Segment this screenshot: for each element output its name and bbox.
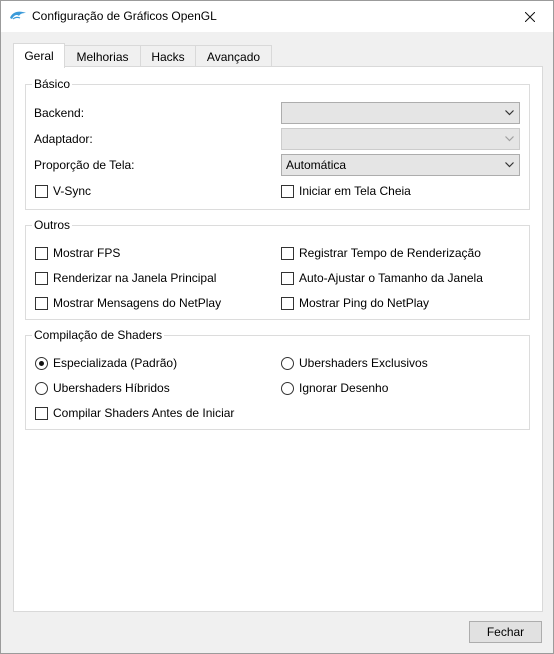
tab-geral[interactable]: Geral [13, 43, 65, 68]
group-outros: Outros Mostrar FPS Registrar Tempo de Re… [25, 218, 530, 320]
netplay-ping-label: Mostrar Ping do NetPlay [299, 296, 430, 310]
vsync-label: V-Sync [53, 184, 92, 198]
backend-select[interactable] [281, 102, 520, 124]
show-fps-label: Mostrar FPS [53, 246, 121, 260]
checkbox-box[interactable] [35, 271, 48, 285]
checkbox-box[interactable] [281, 296, 294, 310]
tab-melhorias[interactable]: Melhorias [64, 45, 141, 67]
tab-avancado[interactable]: Avançado [195, 45, 272, 67]
radio-button[interactable] [35, 381, 48, 395]
checkbox-box[interactable] [35, 406, 48, 420]
group-basico: Básico Backend: Adaptador: Proporção de … [25, 77, 530, 210]
proporcao-label: Proporção de Tela: [34, 158, 135, 172]
tab-label: Melhorias [76, 49, 129, 64]
checkbox-box[interactable] [281, 271, 294, 285]
netplay-messages-checkbox[interactable]: Mostrar Mensagens do NetPlay [35, 296, 221, 310]
log-render-time-checkbox[interactable]: Registrar Tempo de Renderização [281, 246, 481, 260]
checkbox-box[interactable] [281, 246, 294, 260]
proporcao-value: Automática [286, 158, 347, 172]
render-main-window-checkbox[interactable]: Renderizar na Janela Principal [35, 271, 216, 285]
tab-label: Hacks [151, 49, 185, 64]
radio-especializada-label: Especializada (Padrão) [53, 356, 178, 370]
close-window-button[interactable] [507, 1, 553, 32]
netplay-ping-checkbox[interactable]: Mostrar Ping do NetPlay [281, 296, 429, 310]
group-title-basico: Básico [32, 77, 73, 91]
render-main-window-label: Renderizar na Janela Principal [53, 271, 217, 285]
dolphin-icon [10, 11, 26, 20]
checkbox-box[interactable] [281, 184, 294, 198]
compile-before-start-checkbox[interactable]: Compilar Shaders Antes de Iniciar [35, 406, 234, 420]
checkbox-box[interactable] [35, 246, 48, 260]
backend-label: Backend: [34, 106, 85, 120]
title-bar[interactable]: Configuração de Gráficos OpenGL [1, 1, 553, 32]
checkbox-box[interactable] [35, 296, 48, 310]
fullscreen-label: Iniciar em Tela Cheia [299, 184, 411, 198]
radio-especializada[interactable]: Especializada (Padrão) [35, 356, 177, 370]
proporcao-select[interactable]: Automática [281, 154, 520, 176]
vsync-checkbox[interactable]: V-Sync [35, 184, 91, 198]
tab-panel-geral: Básico Backend: Adaptador: Proporção de … [13, 66, 543, 612]
radio-ubershaders-hibridos-label: Ubershaders Híbridos [53, 381, 170, 395]
log-render-time-label: Registrar Tempo de Renderização [299, 246, 481, 260]
chevron-down-icon [505, 136, 514, 142]
fechar-button[interactable]: Fechar [469, 621, 542, 643]
checkbox-box[interactable] [35, 184, 48, 198]
window-title: Configuração de Gráficos OpenGL [32, 9, 217, 23]
radio-ubershaders-hibridos[interactable]: Ubershaders Híbridos [35, 381, 170, 395]
adaptador-select[interactable] [281, 128, 520, 150]
group-title-outros: Outros [32, 218, 73, 232]
adaptador-label: Adaptador: [34, 132, 93, 146]
auto-resize-checkbox[interactable]: Auto-Ajustar o Tamanho da Janela [281, 271, 483, 285]
auto-resize-label: Auto-Ajustar o Tamanho da Janela [299, 271, 483, 285]
close-icon [525, 11, 535, 22]
radio-button[interactable] [281, 356, 294, 370]
chevron-down-icon [505, 110, 514, 116]
fechar-label: Fechar [486, 625, 525, 639]
dialog-window: Configuração de Gráficos OpenGL Geral Me… [0, 0, 554, 654]
show-fps-checkbox[interactable]: Mostrar FPS [35, 246, 120, 260]
radio-ubershaders-exclusivos-label: Ubershaders Exclusivos [299, 356, 428, 370]
compile-before-start-label: Compilar Shaders Antes de Iniciar [53, 406, 235, 420]
radio-button[interactable] [35, 356, 48, 370]
radio-ubershaders-exclusivos[interactable]: Ubershaders Exclusivos [281, 356, 428, 370]
tab-label: Geral [24, 49, 54, 63]
fullscreen-checkbox[interactable]: Iniciar em Tela Cheia [281, 184, 411, 198]
tab-hacks[interactable]: Hacks [140, 45, 196, 67]
radio-ignorar-desenho-label: Ignorar Desenho [299, 381, 389, 395]
netplay-messages-label: Mostrar Mensagens do NetPlay [53, 296, 222, 310]
chevron-down-icon [505, 162, 514, 168]
radio-ignorar-desenho[interactable]: Ignorar Desenho [281, 381, 388, 395]
group-title-shaders: Compilação de Shaders [32, 328, 165, 342]
group-shaders: Compilação de Shaders Especializada (Pad… [25, 328, 530, 430]
tab-label: Avançado [206, 49, 261, 64]
radio-button[interactable] [281, 381, 294, 395]
